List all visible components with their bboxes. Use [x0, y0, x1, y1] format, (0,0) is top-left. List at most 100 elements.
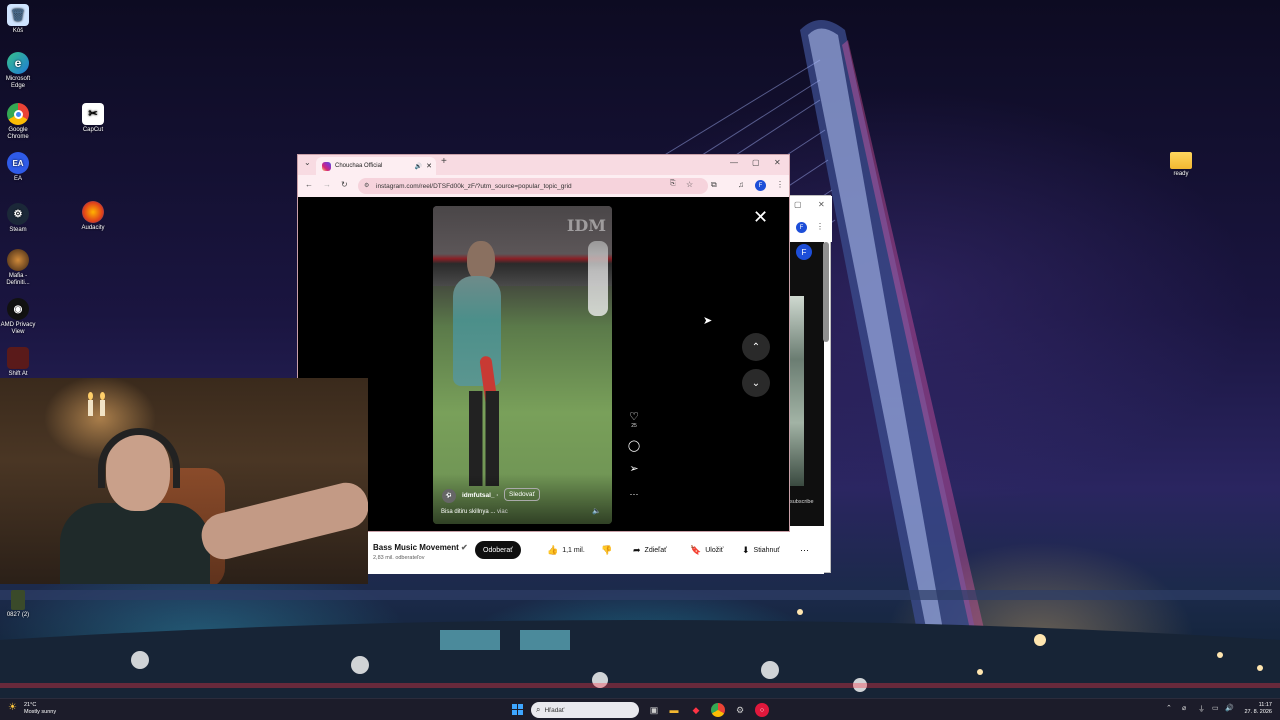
- clock-time: 11:17: [1258, 702, 1272, 708]
- streamer-body: [60, 503, 210, 584]
- like-count: 25: [631, 423, 637, 429]
- mafia-icon: [7, 249, 29, 271]
- desktop-icon-label: EA: [13, 176, 22, 182]
- next-reel-button[interactable]: ⌄: [742, 369, 770, 397]
- desktop-icon-shift-at[interactable]: Shift At: [0, 347, 36, 378]
- desktop-icon-recycle-bin[interactable]: 🗑 Kôš: [0, 4, 36, 35]
- channel-name[interactable]: Bass Music Movement ✔: [373, 543, 468, 552]
- tab-instagram[interactable]: Chouchaa Official 🔊 ✕: [316, 157, 436, 175]
- bookmark-icon: 🔖: [690, 544, 702, 555]
- back-icon[interactable]: ←: [305, 180, 313, 189]
- close-reel-icon[interactable]: ✕: [753, 207, 768, 228]
- video-watermark: IDM: [566, 216, 606, 235]
- cast-icon[interactable]: ⎘: [670, 180, 676, 188]
- subscribe-button[interactable]: Odoberať: [475, 541, 521, 559]
- reel-side-actions: ♡ 25 ◯ ➢ ⋯: [627, 410, 641, 500]
- tab-search-icon[interactable]: ⌄: [304, 158, 311, 167]
- reel-author-avatar[interactable]: ⚽: [442, 489, 456, 503]
- download-icon: ⬇: [742, 544, 750, 555]
- desktop-icon-chrome[interactable]: Google Chrome: [0, 103, 36, 141]
- tab-close-icon[interactable]: ✕: [426, 162, 432, 170]
- site-info-icon[interactable]: ⚙: [364, 182, 369, 189]
- tray-overflow-icon[interactable]: ⌃: [1166, 704, 1172, 712]
- previous-reel-button[interactable]: ⌃: [742, 333, 770, 361]
- address-bar[interactable]: [358, 178, 708, 194]
- minimize-icon[interactable]: —: [730, 158, 738, 167]
- chrome-taskbar-icon[interactable]: [711, 703, 725, 717]
- share-button[interactable]: ➦ Zdieľať: [633, 542, 667, 558]
- candle: [88, 400, 93, 416]
- profile-avatar[interactable]: F: [796, 222, 807, 233]
- share-icon[interactable]: ➢: [627, 462, 641, 475]
- like-button[interactable]: 👍 1,1 mil.: [547, 542, 585, 558]
- media-controls-icon[interactable]: ♫: [738, 180, 744, 189]
- steam-icon: ⚙: [7, 203, 29, 225]
- forward-icon[interactable]: →: [323, 180, 331, 189]
- menu-icon[interactable]: ⋮: [816, 222, 824, 231]
- save-label: Uložiť: [705, 546, 724, 554]
- settings-taskbar-icon[interactable]: ⚙: [733, 703, 747, 717]
- thumbs-down-icon: 👎: [601, 544, 613, 555]
- app-pink-icon[interactable]: ○: [755, 703, 769, 717]
- taskbar: ☀ 21°C Mostly sunny ⌕ Hľadať ▣ ▬ ◆ ⚙ ○ ⌃…: [0, 698, 1280, 720]
- desktop-icon-steam[interactable]: ⚙ Steam: [0, 203, 36, 234]
- desktop-icon-ready-folder[interactable]: ready: [1163, 152, 1199, 178]
- desktop-icon-amd-privacy[interactable]: ◉ AMD Privacy View: [0, 298, 36, 336]
- file-explorer-icon[interactable]: ▬: [667, 703, 681, 717]
- profile-avatar[interactable]: F: [755, 180, 766, 191]
- comment-icon[interactable]: ◯: [627, 439, 641, 452]
- foreground-browser-window[interactable]: ⌄ Chouchaa Official 🔊 ✕ + — ▢ ✕ ← → ↻ ⚙ …: [297, 154, 790, 532]
- desktop-icon-mafia[interactable]: Mafia - Definiti...: [0, 249, 36, 287]
- desktop-icon-file[interactable]: 0827 (2): [0, 590, 36, 619]
- more-link[interactable]: viac: [497, 509, 508, 515]
- network-off-icon[interactable]: ⌀: [1182, 704, 1186, 712]
- desktop-icon-label: Audacity: [81, 225, 105, 231]
- instagram-reel-viewer: IDM ⚽ idmfutsal_ · Sledovať Bisa ditiru …: [298, 197, 789, 531]
- recycle-bin-icon: 🗑: [7, 4, 29, 26]
- heart-icon[interactable]: ♡: [627, 410, 641, 423]
- folder-icon: [1170, 152, 1192, 169]
- subscriber-count: 2,83 mil. odberateľov: [373, 555, 425, 561]
- scrollbar-thumb[interactable]: [823, 242, 829, 342]
- desktop-icon-audacity[interactable]: Audacity: [75, 201, 111, 232]
- desktop-icon-label: CapCut: [82, 127, 104, 133]
- maximize-icon[interactable]: ▢: [752, 158, 760, 167]
- dislike-button[interactable]: 👎: [601, 542, 612, 558]
- system-clock[interactable]: 11:17 27. 8. 2026: [1236, 702, 1272, 716]
- volume-icon[interactable]: 🔊: [1225, 704, 1234, 712]
- taskbar-search[interactable]: ⌕ Hľadať: [531, 702, 639, 718]
- download-button[interactable]: ⬇ Stiahnuť: [742, 542, 780, 558]
- youtube-avatar[interactable]: F: [796, 244, 812, 260]
- desktop-icon-edge[interactable]: e Microsoft Edge: [0, 52, 36, 90]
- extensions-icon[interactable]: ⧉: [711, 180, 717, 190]
- bookmark-star-icon[interactable]: ☆: [686, 180, 693, 189]
- save-button[interactable]: 🔖 Uložiť: [690, 542, 723, 558]
- follow-button[interactable]: Sledovať: [504, 488, 540, 501]
- desktop-icon-ea[interactable]: EA EA: [0, 152, 36, 183]
- usb-icon[interactable]: ⏚: [1198, 704, 1205, 714]
- display-icon[interactable]: ▭: [1212, 704, 1219, 712]
- reel-author-username[interactable]: idmfutsal_ ·: [462, 492, 499, 499]
- reload-icon[interactable]: ↻: [341, 180, 348, 189]
- maximize-icon[interactable]: ▢: [794, 200, 802, 209]
- start-button[interactable]: [512, 704, 523, 715]
- close-window-icon[interactable]: ✕: [774, 158, 781, 167]
- reel-caption: Bisa ditiru skillnya ... viac: [441, 509, 508, 515]
- amd-privacy-icon: ◉: [7, 298, 29, 320]
- headset-icon: [98, 428, 180, 488]
- candle: [100, 400, 105, 416]
- candle-flame: [100, 392, 105, 400]
- edge-icon: e: [7, 52, 29, 74]
- reel-video[interactable]: IDM ⚽ idmfutsal_ · Sledovať Bisa ditiru …: [433, 206, 612, 524]
- more-actions-button[interactable]: ⋯: [800, 542, 809, 558]
- more-options-icon[interactable]: ⋯: [627, 489, 641, 500]
- speaker-icon[interactable]: 🔊: [415, 163, 422, 170]
- task-view-icon[interactable]: ▣: [647, 703, 661, 717]
- app-red-icon[interactable]: ◆: [689, 703, 703, 717]
- chrome-menu-icon[interactable]: ⋮: [776, 180, 784, 189]
- close-icon[interactable]: ✕: [818, 200, 825, 209]
- sound-icon[interactable]: 🔈: [592, 507, 601, 515]
- side-subscribe-text: subscribe: [790, 499, 814, 505]
- new-tab-icon[interactable]: +: [441, 156, 447, 167]
- desktop-icon-capcut[interactable]: ✂ CapCut: [75, 103, 111, 134]
